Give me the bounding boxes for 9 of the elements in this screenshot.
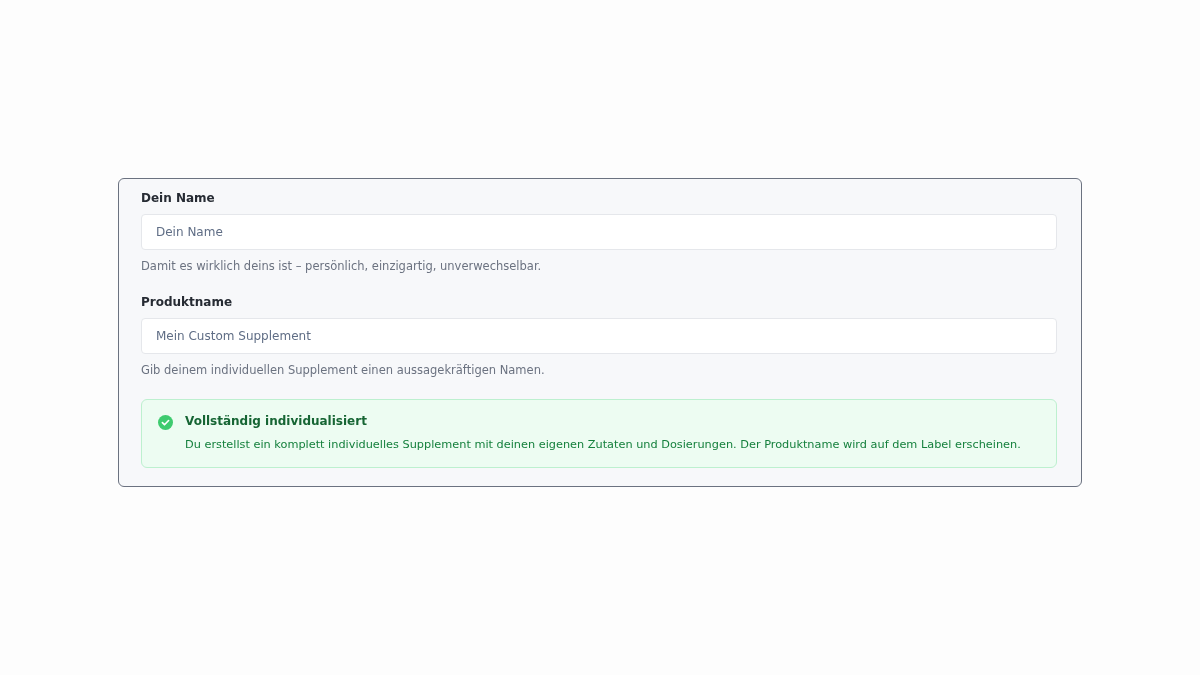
check-circle-icon — [158, 415, 173, 430]
field-label: Dein Name — [141, 191, 216, 205]
notice-title: Vollständig individualisiert — [185, 414, 368, 428]
notice-text: Du erstellst ein komplett individuelles Supplement mit deinen eigenen Zutaten und Dosierungen. Der Produktname wird auf dem Label erscheinen. — [185, 437, 1021, 453]
input-field[interactable]: Mein Custom Supplement — [141, 318, 1057, 354]
field-hint: Damit es wirklich deins ist – persönlich, einzigartig, unverwechselbar. — [141, 259, 543, 273]
field-hint: Gib deinem individuellen Supplement einen aussagekräftigen Namen. — [141, 363, 546, 377]
field-label: Produktname — [141, 295, 234, 309]
input-field[interactable]: Dein Name — [141, 214, 1057, 250]
